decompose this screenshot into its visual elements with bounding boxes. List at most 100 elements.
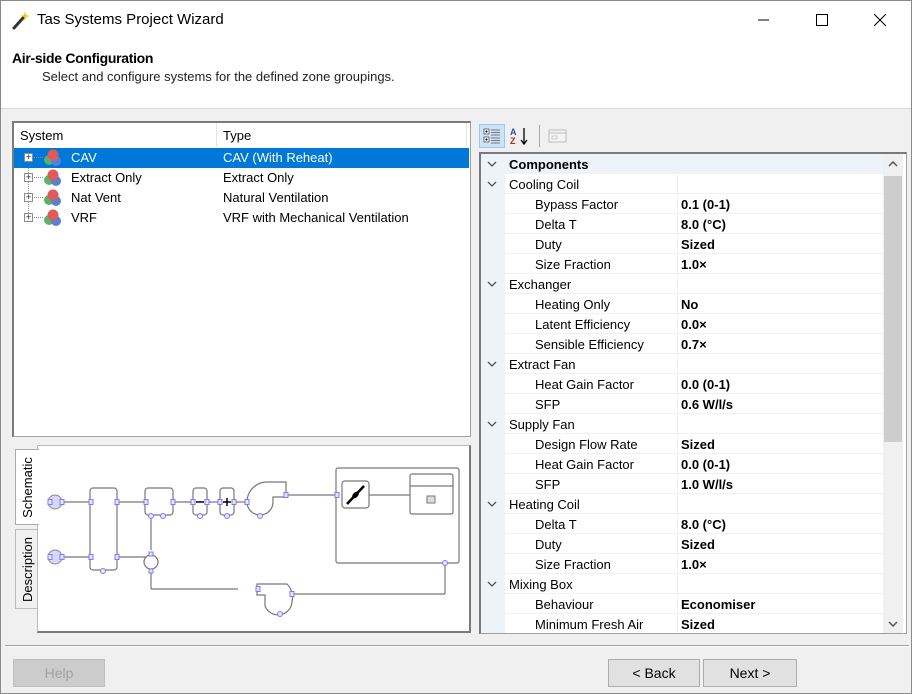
column-splitter[interactable] (677, 494, 678, 514)
property-value[interactable]: Sized (681, 237, 715, 252)
categorized-button[interactable] (479, 124, 505, 148)
property-pages-button[interactable] (545, 124, 571, 148)
column-splitter[interactable] (677, 414, 678, 434)
property-value[interactable]: Sized (681, 537, 715, 552)
collapse-chevron-icon[interactable] (485, 157, 499, 171)
scroll-thumb[interactable] (884, 176, 902, 442)
property-value[interactable]: Sized (681, 617, 715, 632)
collapse-chevron-icon[interactable] (485, 277, 499, 291)
column-splitter[interactable] (677, 574, 678, 594)
help-button[interactable]: Help (13, 659, 105, 687)
expand-icon[interactable]: + (24, 213, 33, 222)
minimize-button[interactable] (735, 1, 793, 39)
column-splitter[interactable] (677, 614, 678, 633)
category-row[interactable]: Heating Coil (481, 494, 883, 514)
property-row[interactable]: Size Fraction 1.0× (481, 554, 883, 574)
property-grid[interactable]: Components Cooling Coil Bypass Factor 0.1 (… (479, 152, 907, 634)
property-value[interactable]: Sized (681, 437, 715, 452)
collapse-chevron-icon[interactable] (485, 177, 499, 191)
back-button[interactable]: < Back (608, 659, 700, 687)
property-row[interactable]: Bypass Factor 0.1 (0-1) (481, 194, 883, 214)
column-splitter[interactable] (677, 534, 678, 554)
property-row[interactable]: Heat Gain Factor 0.0 (0-1) (481, 374, 883, 394)
property-value[interactable]: 0.7× (681, 337, 707, 352)
property-value[interactable]: 0.1 (0-1) (681, 197, 730, 212)
property-row[interactable]: Design Flow Rate Sized (481, 434, 883, 454)
property-value[interactable]: 8.0 (°C) (681, 217, 726, 232)
property-value[interactable]: 1.0 W/l/s (681, 477, 733, 492)
property-row[interactable]: Minimum Fresh Air Sized (481, 614, 883, 633)
column-splitter[interactable] (677, 334, 678, 354)
property-row[interactable]: SFP 1.0 W/l/s (481, 474, 883, 494)
property-grid-scrollbar[interactable] (883, 154, 903, 633)
column-header-system[interactable]: System (20, 128, 63, 143)
column-splitter[interactable] (677, 594, 678, 614)
property-row[interactable]: SFP 0.6 W/l/s (481, 394, 883, 414)
property-value[interactable]: 1.0× (681, 557, 707, 572)
property-row[interactable]: Duty Sized (481, 534, 883, 554)
column-splitter[interactable] (677, 514, 678, 534)
system-row[interactable]: + VRF VRF with Mechanical Ventilation (14, 208, 469, 228)
property-row[interactable]: Sensible Efficiency 0.7× (481, 334, 883, 354)
column-splitter[interactable] (677, 554, 678, 574)
category-row[interactable]: Extract Fan (481, 354, 883, 374)
column-splitter[interactable] (677, 354, 678, 374)
systems-tree[interactable]: System Type + CAV CAV (With Reheat) + Extrac… (12, 121, 471, 437)
scroll-up-button[interactable] (883, 154, 903, 174)
category-row[interactable]: Supply Fan (481, 414, 883, 434)
column-splitter[interactable] (677, 254, 678, 274)
column-splitter[interactable] (677, 194, 678, 214)
column-divider[interactable] (466, 123, 467, 147)
property-value[interactable]: 1.0× (681, 257, 707, 272)
property-row[interactable]: Size Fraction 1.0× (481, 254, 883, 274)
property-row[interactable]: Delta T 8.0 (°C) (481, 214, 883, 234)
property-value[interactable]: Economiser (681, 597, 755, 612)
tab-description[interactable]: Description (15, 529, 39, 609)
next-button[interactable]: Next > (703, 659, 797, 687)
collapse-chevron-icon[interactable] (485, 357, 499, 371)
system-row[interactable]: + Nat Vent Natural Ventilation (14, 188, 469, 208)
column-splitter[interactable] (677, 394, 678, 414)
category-row[interactable]: Exchanger (481, 274, 883, 294)
close-button[interactable] (851, 1, 909, 39)
property-row[interactable]: Behaviour Economiser (481, 594, 883, 614)
column-splitter[interactable] (677, 314, 678, 334)
property-row[interactable]: Delta T 8.0 (°C) (481, 514, 883, 534)
column-splitter[interactable] (677, 294, 678, 314)
property-value[interactable]: 8.0 (°C) (681, 517, 726, 532)
category-row[interactable]: Cooling Coil (481, 174, 883, 194)
column-splitter[interactable] (677, 454, 678, 474)
property-value[interactable]: 0.0 (0-1) (681, 377, 730, 392)
category-row[interactable]: Components (481, 154, 883, 174)
category-row[interactable]: Mixing Box (481, 574, 883, 594)
alphabetical-button[interactable]: A Z (507, 124, 533, 148)
expand-icon[interactable]: + (24, 153, 33, 162)
tab-schematic[interactable]: Schematic (15, 449, 39, 525)
column-splitter[interactable] (677, 214, 678, 234)
property-row[interactable]: Heat Gain Factor 0.0 (0-1) (481, 454, 883, 474)
property-value[interactable]: No (681, 297, 698, 312)
maximize-button[interactable] (793, 1, 851, 39)
system-row[interactable]: + CAV CAV (With Reheat) (14, 148, 469, 168)
system-row[interactable]: + Extract Only Extract Only (14, 168, 469, 188)
collapse-chevron-icon[interactable] (485, 417, 499, 431)
property-value[interactable]: 0.6 W/l/s (681, 397, 733, 412)
property-row[interactable]: Heating Only No (481, 294, 883, 314)
property-row[interactable]: Duty Sized (481, 234, 883, 254)
property-row[interactable]: Latent Efficiency 0.0× (481, 314, 883, 334)
expand-icon[interactable]: + (24, 173, 33, 182)
column-splitter[interactable] (677, 374, 678, 394)
column-splitter[interactable] (677, 434, 678, 454)
collapse-chevron-icon[interactable] (485, 577, 499, 591)
column-splitter[interactable] (677, 274, 678, 294)
property-value[interactable]: 0.0 (0-1) (681, 457, 730, 472)
column-splitter[interactable] (677, 474, 678, 494)
column-splitter[interactable] (677, 234, 678, 254)
scroll-down-button[interactable] (883, 614, 903, 633)
collapse-chevron-icon[interactable] (485, 497, 499, 511)
column-header-type[interactable]: Type (223, 128, 251, 143)
expand-icon[interactable]: + (24, 193, 33, 202)
column-divider[interactable] (216, 123, 217, 147)
column-splitter[interactable] (677, 174, 678, 194)
property-value[interactable]: 0.0× (681, 317, 707, 332)
